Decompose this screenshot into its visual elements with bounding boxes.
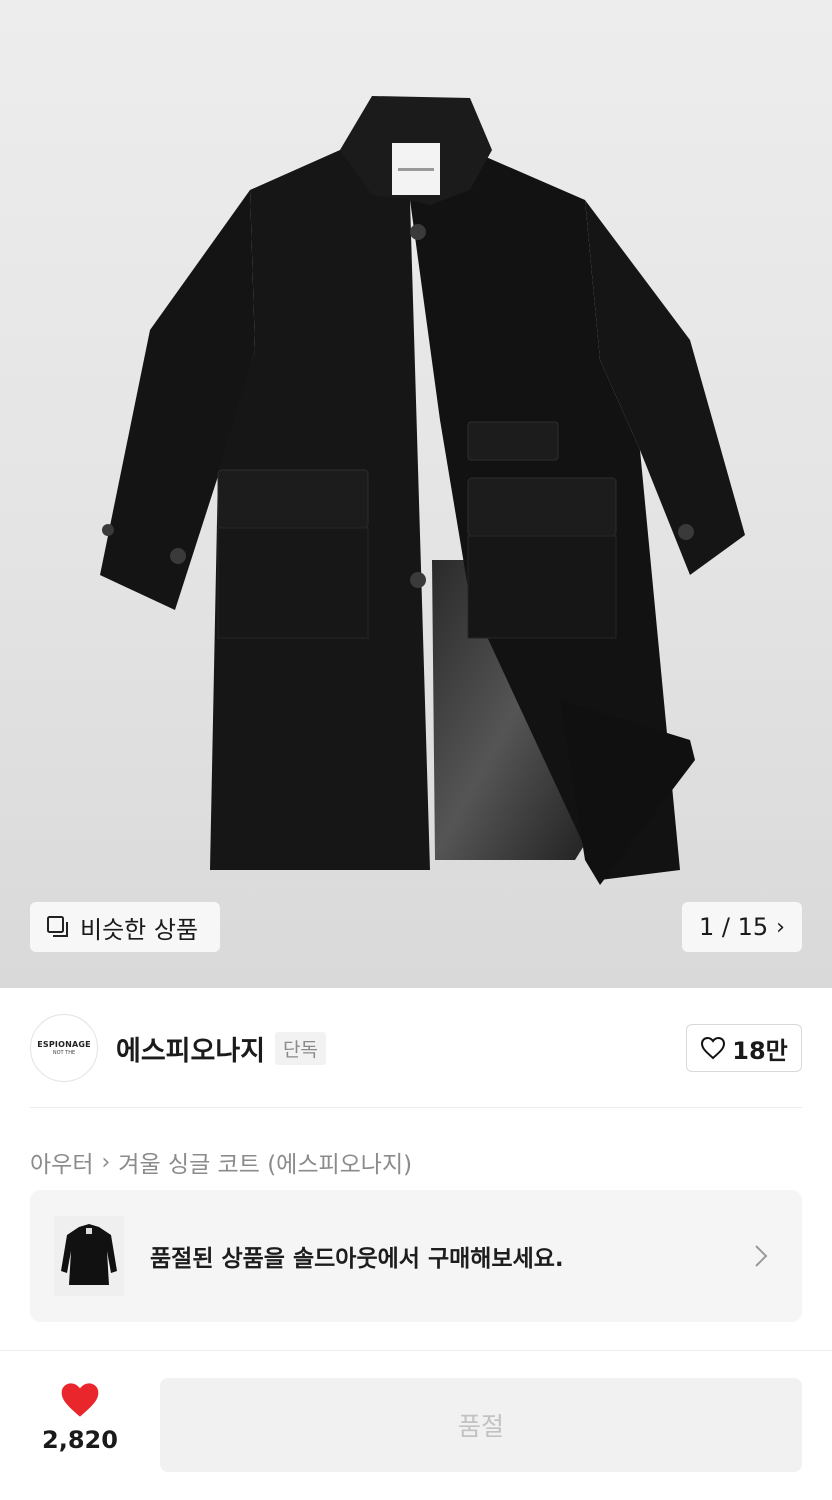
breadcrumb: 아우터 › 겨울 싱글 코트 (에스피오나지)	[30, 1145, 412, 1179]
coat-product-image	[100, 96, 745, 885]
brand-logo[interactable]: ESPIONAGE NOT THE	[30, 1014, 98, 1082]
heart-filled-icon	[61, 1383, 99, 1417]
brand-name-link[interactable]: 에스피오나지	[116, 1029, 265, 1068]
chevron-right-icon: ›	[776, 914, 785, 940]
brand-like-count: 18만	[732, 1036, 788, 1065]
similar-products-button[interactable]: 비슷한 상품	[30, 902, 220, 952]
soldout-buy-button[interactable]: 품절	[160, 1378, 802, 1472]
brand-row: ESPIONAGE NOT THE 에스피오나지 단독 18만	[30, 1012, 802, 1084]
brand-like-button[interactable]: 18만	[686, 1024, 802, 1072]
wishlist-count: 2,820	[42, 1426, 118, 1454]
breadcrumb-category[interactable]: 아우터	[30, 1145, 93, 1179]
similar-products-label: 비슷한 상품	[80, 915, 199, 944]
coat-thumbnail	[54, 1216, 124, 1296]
divider	[30, 1107, 802, 1108]
breadcrumb-product: 겨울 싱글 코트 (에스피오나지)	[118, 1152, 413, 1178]
exclusive-badge: 단독	[275, 1031, 327, 1065]
image-counter: 1 / 15	[699, 913, 769, 941]
similar-items-icon	[47, 916, 68, 937]
wishlist-button[interactable]: 2,820	[30, 1380, 130, 1470]
chevron-right-icon: ›	[101, 1149, 111, 1175]
chevron-right-icon	[755, 1245, 768, 1267]
divider	[0, 1350, 832, 1351]
banner-text: 품절된 상품을 솔드아웃에서 구매해보세요.	[150, 1246, 564, 1272]
product-image-carousel[interactable]: 비슷한 상품 1 / 15 ›	[0, 0, 832, 988]
buy-button-label: 품절	[457, 1412, 504, 1441]
image-counter-button[interactable]: 1 / 15 ›	[682, 902, 802, 952]
soldout-resale-banner[interactable]: 품절된 상품을 솔드아웃에서 구매해보세요.	[30, 1190, 802, 1322]
heart-outline-icon	[701, 1036, 726, 1060]
